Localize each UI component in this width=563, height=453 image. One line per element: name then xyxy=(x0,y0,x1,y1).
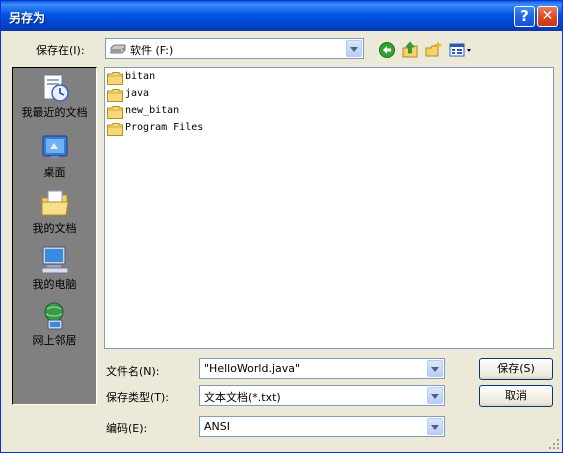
recent-documents-icon xyxy=(43,74,69,102)
folder-icon xyxy=(107,89,123,102)
place-label: 我的文档 xyxy=(32,222,77,235)
file-name: Program Files xyxy=(125,122,204,133)
encoding-dropdown[interactable]: ANSI xyxy=(199,416,445,437)
cancel-button[interactable]: 取消 xyxy=(479,385,553,407)
dialog-title: 另存为 xyxy=(9,11,46,25)
file-list[interactable]: bitan java new_bitan Program Files xyxy=(104,67,554,349)
chevron-down-icon[interactable] xyxy=(427,418,443,435)
place-label: 我最近的文档 xyxy=(21,106,88,119)
file-name: java xyxy=(125,88,150,99)
folder-icon xyxy=(107,72,123,85)
file-name: new_bitan xyxy=(125,105,180,116)
filename-value: "HelloWorld.java" xyxy=(204,362,301,375)
places-bar: 我最近的文档 桌面 我的文档 我的电脑 网上邻居 xyxy=(12,67,97,405)
filetype-dropdown[interactable]: 文本文档(*.txt) xyxy=(199,385,445,406)
resize-grip[interactable] xyxy=(548,438,560,450)
place-label: 网上邻居 xyxy=(32,334,77,347)
network-places-icon xyxy=(44,302,64,330)
place-my-computer[interactable]: 我的电脑 xyxy=(13,244,96,300)
my-computer-icon xyxy=(41,246,69,274)
place-network-places[interactable]: 网上邻居 xyxy=(13,300,96,356)
save-as-dialog: 另存为 ? ✕ 保存在(I): 软件 (F:) 我最近的文档 桌面 我的文档 我… xyxy=(0,0,563,453)
chevron-down-icon[interactable] xyxy=(427,360,443,377)
file-name: bitan xyxy=(125,71,156,82)
filetype-label: 保存类型(T): xyxy=(106,391,170,404)
help-button[interactable]: ? xyxy=(514,6,535,27)
save-in-label: 保存在(I): xyxy=(36,44,85,57)
up-folder-icon[interactable] xyxy=(401,41,419,59)
encoding-value: ANSI xyxy=(204,420,230,433)
place-recent-documents[interactable]: 我最近的文档 xyxy=(13,72,96,128)
filename-input[interactable]: "HelloWorld.java" xyxy=(199,358,445,379)
place-label: 桌面 xyxy=(43,166,66,179)
new-folder-icon[interactable] xyxy=(424,41,442,59)
place-my-documents[interactable]: 我的文档 xyxy=(13,188,96,244)
chevron-down-icon[interactable] xyxy=(346,40,362,57)
chevron-down-icon[interactable] xyxy=(427,387,443,404)
close-button[interactable]: ✕ xyxy=(537,6,558,27)
folder-icon xyxy=(107,106,123,119)
drive-icon xyxy=(110,44,126,54)
views-menu-icon[interactable] xyxy=(448,41,474,59)
filetype-value: 文本文档(*.txt) xyxy=(204,391,281,404)
save-in-dropdown[interactable]: 软件 (F:) xyxy=(105,38,364,59)
save-button[interactable]: 保存(S) xyxy=(479,358,553,380)
my-documents-icon xyxy=(41,190,69,216)
folder-icon xyxy=(107,123,123,136)
place-label: 我的电脑 xyxy=(32,278,77,291)
back-icon[interactable] xyxy=(378,41,396,59)
place-desktop[interactable]: 桌面 xyxy=(13,132,96,188)
save-in-value: 软件 (F:) xyxy=(130,44,174,57)
title-bar[interactable]: 另存为 ? ✕ xyxy=(1,1,562,31)
encoding-label: 编码(E): xyxy=(106,422,148,435)
desktop-icon xyxy=(42,135,68,159)
filename-label: 文件名(N): xyxy=(106,365,160,378)
